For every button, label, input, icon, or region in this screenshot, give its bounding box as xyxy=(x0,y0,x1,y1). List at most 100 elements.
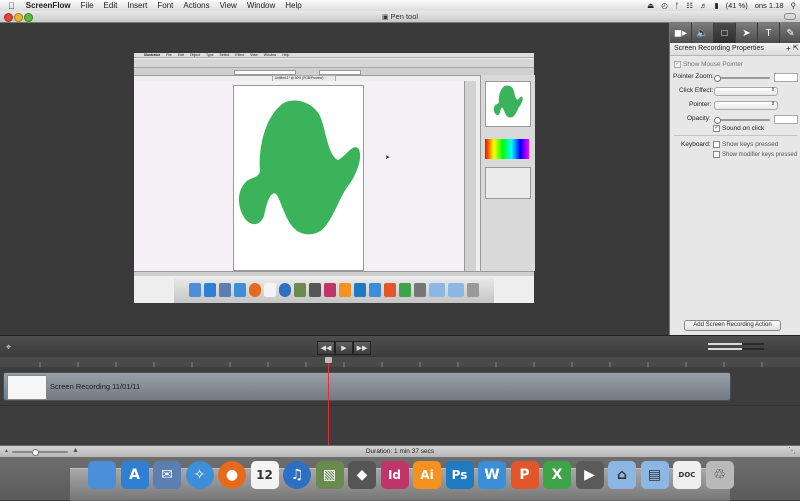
click-effect-popup[interactable]: ⇕ xyxy=(714,87,778,96)
rewind-icon: ◀◀ xyxy=(320,345,332,352)
resize-grip-icon[interactable]: ⋱ xyxy=(788,446,796,455)
show-keys-pressed-checkbox[interactable] xyxy=(713,141,720,148)
mouse-pointer-icon: ➤ xyxy=(385,155,391,161)
mail-dock-icon[interactable]: ✉ xyxy=(153,461,181,489)
calendar-dock-icon[interactable]: 12 xyxy=(250,461,279,489)
inner-appbar xyxy=(134,59,534,68)
trash-dock-icon[interactable]: ♲ xyxy=(705,461,734,489)
pointer-arrow-icon: ➤ xyxy=(742,27,751,39)
audio-properties-tab[interactable]: 🔈 xyxy=(692,23,714,43)
video-properties-tab[interactable]: ◼▸ xyxy=(670,23,692,43)
crop-icon[interactable]: ⌖ xyxy=(6,342,18,353)
volume-icon[interactable]: ♬ xyxy=(700,1,708,10)
powerpoint-dock-icon[interactable]: P xyxy=(510,461,539,489)
toolbar-toggle-button[interactable] xyxy=(784,13,796,20)
rewind-button[interactable]: ◀◀ xyxy=(317,341,335,355)
pointer-popup[interactable]: ⇕ xyxy=(714,101,778,110)
sound-on-click-checkbox[interactable]: ✓ xyxy=(713,125,720,132)
playhead[interactable] xyxy=(325,357,332,445)
menu-font[interactable]: Font xyxy=(152,1,178,10)
add-screen-recording-action-button[interactable]: Add Screen Recording Action xyxy=(684,320,781,331)
finder-dock-icon[interactable] xyxy=(88,461,116,489)
photoshop-dock-icon[interactable]: Ps xyxy=(445,461,474,489)
pointer-zoom-slider[interactable] xyxy=(714,74,770,82)
excel-dock-icon[interactable]: X xyxy=(543,461,571,489)
firefox-dock-icon[interactable]: ● xyxy=(218,461,246,489)
inner-menu-item: Help xyxy=(282,53,290,57)
fast-forward-button[interactable]: ▶▶ xyxy=(353,341,371,355)
time-machine-icon[interactable]: ◴ xyxy=(661,1,668,10)
apple-menu-icon[interactable]:  xyxy=(0,1,21,11)
inner-color-spectrum xyxy=(485,139,529,159)
track-divider xyxy=(0,405,800,406)
screenflow-dock-icon[interactable]: ▶ xyxy=(575,461,604,489)
menubar-clock[interactable]: ons 1.18 xyxy=(755,1,784,10)
menu-app-name[interactable]: ScreenFlow xyxy=(21,1,76,10)
pointer-zoom-field[interactable] xyxy=(774,73,798,82)
popup-arrows-icon: ⇕ xyxy=(770,87,775,93)
add-action-plus-icon[interactable]: + xyxy=(786,44,791,53)
menu-file[interactable]: File xyxy=(76,1,99,10)
app-store-dock-icon[interactable]: A xyxy=(120,461,149,489)
document-icon: ▣ xyxy=(381,14,391,21)
show-modifier-keys-checkbox[interactable] xyxy=(713,151,720,158)
opacity-slider[interactable] xyxy=(714,116,770,124)
indesign-dock-icon[interactable]: Id xyxy=(380,461,409,489)
show-keys-pressed-row[interactable]: Show keys pressed xyxy=(713,141,778,148)
sound-on-click-row[interactable]: ✓ Sound on click xyxy=(713,125,764,132)
timeline-clip[interactable]: Screen Recording 11/01/11 xyxy=(3,372,731,401)
show-mouse-pointer-checkbox[interactable]: ✓ xyxy=(674,61,681,68)
annotations-tab[interactable]: ✎ xyxy=(780,23,800,43)
collapse-icon[interactable]: ⇱ xyxy=(793,44,799,52)
slider-knob[interactable] xyxy=(714,74,721,82)
inner-tools-panel xyxy=(464,81,476,271)
screen-recording-preview[interactable]: Illustrator File Edit Object Type Select… xyxy=(134,53,535,303)
inner-statusbar xyxy=(134,271,534,276)
inspector-title: Screen Recording Properties xyxy=(674,45,764,52)
audio-level-meter-right xyxy=(708,348,764,350)
playhead-handle[interactable] xyxy=(325,357,332,363)
inner-menu-item: Window xyxy=(263,53,277,57)
text-properties-tab[interactable]: T xyxy=(758,23,780,43)
inner-menubar: Illustrator File Edit Object Type Select… xyxy=(134,53,534,58)
menu-help[interactable]: Help xyxy=(280,1,306,10)
word-dock-icon[interactable]: W xyxy=(478,461,506,489)
inner-navigator-thumbnail xyxy=(485,81,531,127)
inner-app-name: Illustrator xyxy=(144,53,161,57)
spotlight-icon[interactable]: ⚲ xyxy=(791,1,797,10)
menu-view[interactable]: View xyxy=(215,1,242,10)
show-modifier-keys-row[interactable]: Show modifier keys pressed xyxy=(713,151,797,158)
slider-knob[interactable] xyxy=(714,116,721,124)
documents-folder-dock-icon[interactable]: ▤ xyxy=(640,461,669,489)
click-effect-label: Click Effect: xyxy=(679,87,714,94)
safari-dock-icon[interactable]: ✧ xyxy=(185,461,214,489)
iphoto-dock-icon[interactable]: ▧ xyxy=(315,461,344,489)
window-titlebar: ▣ Pen tool xyxy=(0,11,800,23)
illustrator-dock-icon[interactable]: Ai xyxy=(413,461,441,489)
opacity-field[interactable] xyxy=(774,115,798,124)
menu-insert[interactable]: Insert xyxy=(122,1,152,10)
inner-panels xyxy=(480,75,535,271)
play-button[interactable]: ▶ xyxy=(335,341,353,355)
battery-icon[interactable]: ▮ xyxy=(714,1,718,10)
transport-bar: ⌖ ◀◀ ▶ ▶▶ xyxy=(0,335,800,358)
wifi-icon[interactable]: ☷ xyxy=(686,1,693,10)
document-dock-icon[interactable]: DOC xyxy=(673,461,701,489)
automator-dock-icon[interactable]: ◆ xyxy=(348,461,376,489)
screen-recording-properties-tab[interactable]: □ xyxy=(714,23,736,43)
pointer-label: Pointer: xyxy=(689,101,712,108)
applications-folder-dock-icon[interactable]: ⌂ xyxy=(608,461,636,489)
menu-edit[interactable]: Edit xyxy=(99,1,123,10)
eject-icon[interactable]: ⏏ xyxy=(647,1,654,10)
menu-actions[interactable]: Actions xyxy=(178,1,214,10)
show-mouse-pointer-row[interactable]: ✓ Show Mouse Pointer xyxy=(674,61,743,68)
separator xyxy=(674,135,797,136)
menu-window[interactable]: Window xyxy=(242,1,280,10)
annotation-icon: ✎ xyxy=(786,27,795,39)
itunes-dock-icon[interactable]: ♫ xyxy=(283,461,311,489)
bluetooth-icon[interactable]: ᚠ xyxy=(675,1,680,10)
callout-properties-tab[interactable]: ➤ xyxy=(736,23,758,43)
window-title-text: Pen tool xyxy=(390,12,419,21)
inner-dock-icons xyxy=(174,283,494,297)
timeline-track-area[interactable]: Screen Recording 11/01/11 xyxy=(0,367,800,445)
